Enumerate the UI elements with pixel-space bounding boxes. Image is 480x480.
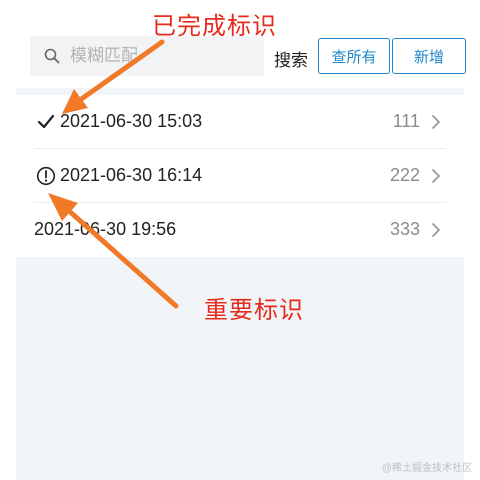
list-item-date: 2021-06-30 16:14 [60,165,203,185]
search-box[interactable] [30,36,264,76]
list-item-count: 333 [389,219,420,239]
watermark: @稀土掘金技术社区 [381,463,472,474]
list-item[interactable]: 2021-06-30 19:56 333 [16,203,464,257]
search-icon [44,48,60,64]
view-all-button[interactable]: 查所有 [318,38,390,74]
search-input[interactable] [68,45,242,67]
add-button[interactable]: 新增 [392,38,466,74]
chevron-right-icon [432,115,440,129]
completed-annotation: 已完成标识 [152,13,277,40]
list-item-date: 2021-06-30 19:56 [34,219,177,239]
list-item-date: 2021-06-30 15:03 [60,111,203,131]
chevron-right-icon [432,169,440,183]
important-annotation: 重要标识 [204,297,304,324]
list-item-count: 111 [392,111,420,131]
chevron-right-icon [432,223,440,237]
check-icon [37,114,55,129]
exclamation-circle-icon [36,166,56,186]
list-item[interactable]: 2021-06-30 15:03 111 [16,95,464,149]
list-item-count: 222 [389,165,420,185]
record-list: 2021-06-30 15:03 111 2021-06-30 16:14 22… [16,95,464,257]
list-item[interactable]: 2021-06-30 16:14 222 [16,149,464,203]
search-label-button[interactable]: 搜索 [274,46,308,71]
